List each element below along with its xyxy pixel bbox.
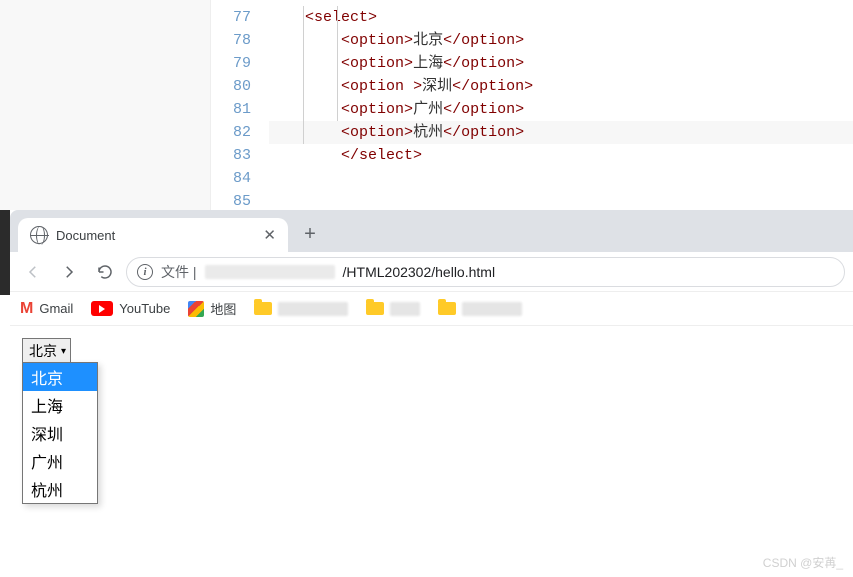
youtube-icon [91, 301, 113, 316]
bookmark-folder[interactable] [438, 302, 522, 316]
code-line: <option>杭州</option> [269, 121, 853, 144]
page-content: 北京 ▾ 北京 上海 深圳 广州 杭州 [10, 326, 853, 376]
new-tab-button[interactable]: + [296, 221, 324, 249]
folder-icon [254, 302, 272, 315]
line-number: 77 [211, 6, 251, 29]
code-line: </select> [269, 144, 853, 167]
select-box[interactable]: 北京 ▾ [22, 338, 71, 364]
dropdown-option[interactable]: 广州 [23, 447, 97, 475]
reload-button[interactable] [90, 257, 120, 287]
bookmark-folder[interactable] [366, 302, 420, 316]
tab-strip: Document ✕ + [10, 210, 853, 252]
browser-tab[interactable]: Document ✕ [18, 218, 288, 252]
left-edge-sliver [0, 210, 10, 295]
bookmark-blurred [390, 302, 420, 316]
address-protocol-label: 文件 | [161, 262, 197, 282]
reload-icon [96, 263, 114, 281]
line-number: 79 [211, 52, 251, 75]
code-line: <option>上海</option> [269, 52, 853, 75]
line-number: 80 [211, 75, 251, 98]
indent-guide [303, 6, 304, 144]
chevron-down-icon: ▾ [61, 346, 66, 357]
bookmark-folder[interactable] [254, 302, 348, 316]
tab-title: Document [56, 228, 255, 243]
select-dropdown: 北京 上海 深圳 广州 杭州 [22, 362, 98, 504]
line-number: 78 [211, 29, 251, 52]
line-number: 83 [211, 144, 251, 167]
watermark: CSDN @安苒_ [763, 554, 843, 571]
code-editor: 77 78 79 80 81 82 83 84 85 <select> <opt… [0, 0, 853, 210]
line-number: 81 [211, 98, 251, 121]
maps-icon [188, 301, 204, 317]
bookmark-youtube[interactable]: YouTube [91, 301, 170, 316]
indent-guide [337, 6, 338, 121]
code-line: <option>广州</option> [269, 98, 853, 121]
bookmark-blurred [278, 302, 348, 316]
dropdown-option[interactable]: 上海 [23, 391, 97, 419]
dropdown-option[interactable]: 深圳 [23, 419, 97, 447]
bookmark-blurred [462, 302, 522, 316]
bookmarks-bar: M Gmail YouTube 地图 [10, 292, 853, 326]
folder-icon [366, 302, 384, 315]
arrow-left-icon [24, 263, 42, 281]
address-path: /HTML202302/hello.html [343, 264, 496, 280]
gmail-icon: M [20, 300, 33, 318]
bookmark-label: YouTube [119, 301, 170, 316]
browser-toolbar: i 文件 | /HTML202302/hello.html [10, 252, 853, 292]
browser-window: Document ✕ + i 文件 | /HTML202302/hello.ht… [10, 210, 853, 376]
code-line: <option>北京</option> [269, 29, 853, 52]
info-icon[interactable]: i [137, 264, 153, 280]
globe-icon [30, 226, 48, 244]
editor-left-margin [0, 0, 211, 210]
bookmark-label: 地图 [210, 299, 236, 318]
code-content[interactable]: <select> <option>北京</option> <option>上海<… [269, 0, 853, 210]
code-line: <option >深圳</option> [269, 75, 853, 98]
bookmark-maps[interactable]: 地图 [188, 299, 236, 318]
code-line: <select> [269, 6, 853, 29]
bookmark-label: Gmail [39, 301, 73, 316]
forward-button[interactable] [54, 257, 84, 287]
line-number: 84 [211, 167, 251, 190]
select-value: 北京 [29, 341, 57, 361]
bookmark-gmail[interactable]: M Gmail [20, 300, 73, 318]
dropdown-option[interactable]: 杭州 [23, 475, 97, 503]
close-tab-icon[interactable]: ✕ [263, 226, 276, 244]
line-number: 82 [211, 121, 251, 144]
back-button[interactable] [18, 257, 48, 287]
arrow-right-icon [60, 263, 78, 281]
folder-icon [438, 302, 456, 315]
line-number-gutter: 77 78 79 80 81 82 83 84 85 [211, 0, 269, 210]
code-line [269, 167, 853, 190]
dropdown-option[interactable]: 北京 [23, 363, 97, 391]
address-bar[interactable]: i 文件 | /HTML202302/hello.html [126, 257, 845, 287]
address-blurred-segment [205, 265, 335, 279]
